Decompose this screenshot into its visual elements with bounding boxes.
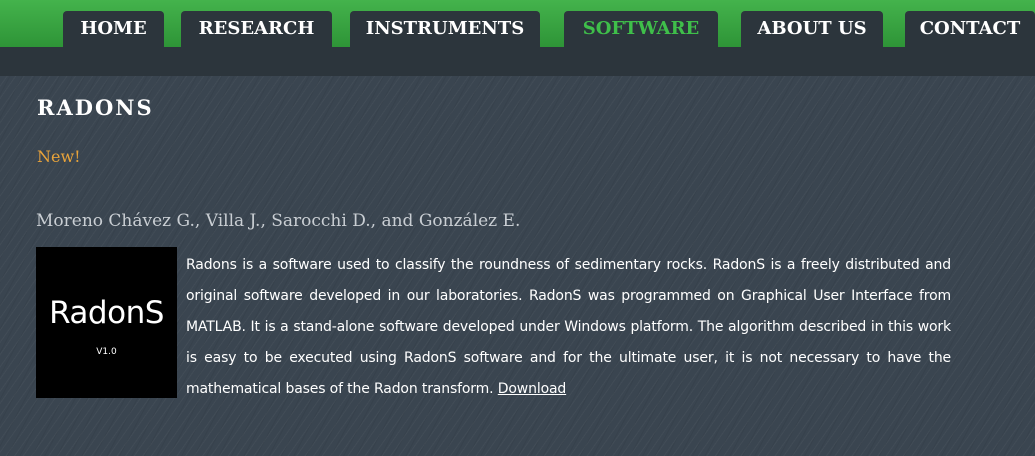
- nav-tab-contact[interactable]: CONTACT: [905, 11, 1035, 47]
- page-title: RADONS: [37, 95, 154, 120]
- nav-tab-research[interactable]: RESEARCH: [181, 11, 332, 47]
- software-description: Radons is a software used to classify th…: [186, 250, 951, 405]
- nav-tab-software[interactable]: SOFTWARE: [564, 11, 718, 47]
- authors-line: Moreno Chávez G., Villa J., Sarocchi D.,…: [36, 211, 521, 231]
- nav-tab-home[interactable]: HOME: [63, 11, 164, 47]
- download-link[interactable]: Download: [498, 381, 567, 397]
- nav-tab-instruments[interactable]: INSTRUMENTS: [350, 11, 540, 47]
- main-navigation: HOME RESEARCH INSTRUMENTS SOFTWARE ABOUT…: [0, 0, 1035, 76]
- radons-logo: RadonS V1.0: [36, 247, 177, 398]
- logo-title: RadonS: [49, 295, 164, 331]
- new-badge: New!: [37, 147, 81, 166]
- description-text: Radons is a software used to classify th…: [186, 257, 951, 397]
- logo-version: V1.0: [96, 347, 117, 357]
- nav-tab-about-us[interactable]: ABOUT US: [741, 11, 883, 47]
